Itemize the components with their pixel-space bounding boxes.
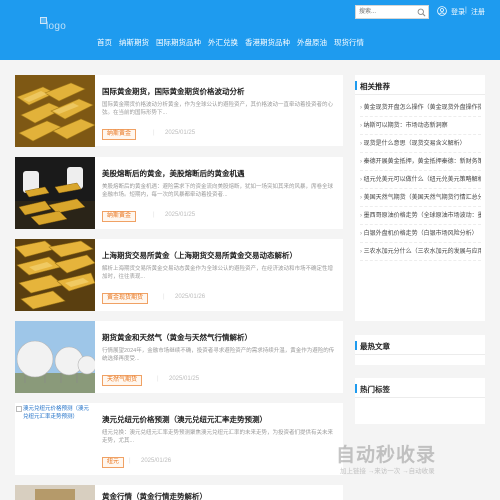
related-article-item[interactable]: 白银外盘机价格走势（白银市场风险分析） <box>360 225 481 243</box>
latest-articles-panel: 最热文章 <box>355 335 485 365</box>
hot-tags-panel: 热门标签 <box>355 378 485 424</box>
article-thumbnail-gold-ingots[interactable] <box>15 239 95 311</box>
logo-alt-text: logo <box>46 21 67 32</box>
nav-item-forex[interactable]: 外汇兑换 <box>208 37 238 49</box>
meta-divider: | <box>157 376 159 382</box>
meta-divider: | <box>163 294 165 300</box>
site-logo[interactable]: logo <box>40 17 100 35</box>
related-article-item[interactable]: 现货是什么意思（现货交易含义解析） <box>360 135 481 153</box>
article-title[interactable]: 上海期货交易所黄金（上海期货交易所黄金交易动态解析） <box>102 250 297 261</box>
article-title[interactable]: 美股熔断后的黄金，美股熔断后的黄金机遇 <box>102 168 245 179</box>
article-card[interactable]: 期货黄金和天然气（黄金与天然气行情解析） 行情展望2024年，金融市场继续不确，… <box>15 321 343 393</box>
related-article-item[interactable]: 纽元兑美元可以做什么（纽元兑美元策略解析） <box>360 171 481 189</box>
search-icon[interactable] <box>417 8 426 17</box>
nav-item-home[interactable]: 首页 <box>97 37 112 49</box>
meta-divider: | <box>153 212 155 218</box>
article-card[interactable]: 黄金行情（黄金行情走势解析） <box>15 485 343 500</box>
nav-item-intl-futures[interactable]: 国际期货品种 <box>156 37 201 49</box>
related-article-item[interactable]: 黄金现货开盘怎么操作（黄金现货外盘操作指南） <box>360 99 481 117</box>
article-excerpt: 行情展望2024年，金融市场继续不确，投资者寻求避险资产的需求持续升温，黄金作为… <box>102 348 335 362</box>
related-article-item[interactable]: 秦德开展黄金抵押，黄金抵押秦德：新财务策略... <box>360 153 481 171</box>
article-thumbnail-partial[interactable] <box>15 485 95 500</box>
watermark: 自动秒收录 加上链接 →来访一次 →自动收录 <box>336 438 486 484</box>
nav-item-spot-quotes[interactable]: 现货行情 <box>334 37 364 49</box>
article-title[interactable]: 国际黄金期货，国际黄金期货价格波动分析 <box>102 86 245 97</box>
nav-item-hk-futures[interactable]: 香港期货品种 <box>245 37 290 49</box>
article-tag[interactable]: 纳斯黄金 <box>102 211 137 222</box>
article-card[interactable]: 澳元兑纽元价格预测（澳元兑纽元汇率走势预测） 澳元兑纽元价格预测（澳元兑纽元汇率… <box>15 403 343 475</box>
search-box <box>355 5 429 19</box>
article-title[interactable]: 期货黄金和天然气（黄金与天然气行情解析） <box>102 332 252 343</box>
login-link[interactable]: 登录 <box>451 7 465 17</box>
article-thumbnail-broken[interactable]: 澳元兑纽元价格预测（澳元兑纽元汇率走势预测） <box>15 403 95 475</box>
article-card[interactable]: 美股熔断后的黄金，美股熔断后的黄金机遇 美股熔断后的黄金机遇：避险需求下的资金流… <box>15 157 343 229</box>
nav-item-nasdaq-futures[interactable]: 纳斯期货 <box>119 37 149 49</box>
article-date: 2025/01/25 <box>165 130 196 136</box>
article-tag[interactable]: 黄金现货期货 <box>102 293 149 304</box>
header-separator: | <box>465 7 467 14</box>
article-tag[interactable]: 天然气期货 <box>102 375 143 386</box>
related-articles-list: 黄金现货开盘怎么操作（黄金现货外盘操作指南） 纳斯可以期货：市场动态新洞察 现货… <box>355 95 485 261</box>
related-article-item[interactable]: 墨西哥原油价格走势（全球原油市场波动：墨西哥... <box>360 207 481 225</box>
user-icon[interactable] <box>437 6 447 16</box>
related-article-item[interactable]: 美国天然气期货（美国天然气期货行情汇总分析） <box>360 189 481 207</box>
broken-image-icon <box>16 406 22 412</box>
related-articles-heading: 相关推荐 <box>355 75 485 95</box>
article-excerpt: 美股熔断后的黄金机遇：避险需求下的资金流向美股熔断，犹如一场突如其来的风暴，席卷… <box>102 184 334 198</box>
article-date: 2025/01/26 <box>175 294 206 300</box>
meta-divider: | <box>153 130 155 136</box>
article-date: 2025/01/25 <box>169 376 200 382</box>
article-excerpt: 解析上海期货交易所黄金交易动态黄金作为全球公认的避险资产，在经济波动和市场不确定… <box>102 266 334 280</box>
article-card[interactable]: 上海期货交易所黄金（上海期货交易所黄金交易动态解析） 解析上海期货交易所黄金交易… <box>15 239 343 311</box>
article-date: 2025/01/25 <box>165 212 196 218</box>
site-header: logo 登录 | 注册 首页 纳斯期货 国际期货品种 外汇兑换 香港期货品种 … <box>0 0 500 60</box>
hot-tags-heading: 热门标签 <box>355 378 485 398</box>
article-excerpt: 纽元兑换：澳元兑纽元汇率走势预测聚焦澳元兑纽元汇率的未来走势，为投资者们提供有关… <box>102 430 334 444</box>
article-thumbnail-gold-bars[interactable] <box>15 75 95 147</box>
related-article-item[interactable]: 三农水加元分什么（三农水加元的发展与应用...） <box>360 243 481 261</box>
meta-divider: | <box>129 458 131 464</box>
thumbnail-alt-text: 澳元兑纽元价格预测（澳元兑纽元汇率走势预测） <box>23 406 90 420</box>
related-article-item[interactable]: 纳斯可以期货：市场动态新洞察 <box>360 117 481 135</box>
article-thumbnail-gas-tanks[interactable] <box>15 321 95 393</box>
article-card[interactable]: 国际黄金期货，国际黄金期货价格波动分析 国际黄金期货价格波动分析黄金，作为全球公… <box>15 75 343 147</box>
article-tag[interactable]: 纽元 <box>102 457 125 468</box>
article-thumbnail-gold-hands[interactable] <box>15 157 95 229</box>
article-title[interactable]: 澳元兑纽元价格预测（澳元兑纽元汇率走势预测） <box>102 414 267 425</box>
article-excerpt: 国际黄金期货价格波动分析黄金，作为全球公认的避险资产，其价格波动一直牵动着投资者… <box>102 102 334 116</box>
related-articles-panel: 相关推荐 黄金现货开盘怎么操作（黄金现货外盘操作指南） 纳斯可以期货：市场动态新… <box>355 75 485 321</box>
search-input[interactable] <box>356 6 414 18</box>
nav-item-crude-oil[interactable]: 外盘原油 <box>297 37 327 49</box>
register-link[interactable]: 注册 <box>471 7 485 17</box>
main-nav: 首页 纳斯期货 国际期货品种 外汇兑换 香港期货品种 外盘原油 现货行情 <box>97 37 364 49</box>
article-date: 2025/01/26 <box>141 458 172 464</box>
latest-articles-heading: 最热文章 <box>355 335 485 355</box>
article-title[interactable]: 黄金行情（黄金行情走势解析） <box>102 491 207 500</box>
article-tag[interactable]: 纳斯黄金 <box>102 129 137 140</box>
watermark-subtitle: 加上链接 →来访一次 →自动收录 <box>340 468 435 475</box>
watermark-title: 自动秒收录 <box>336 445 437 466</box>
